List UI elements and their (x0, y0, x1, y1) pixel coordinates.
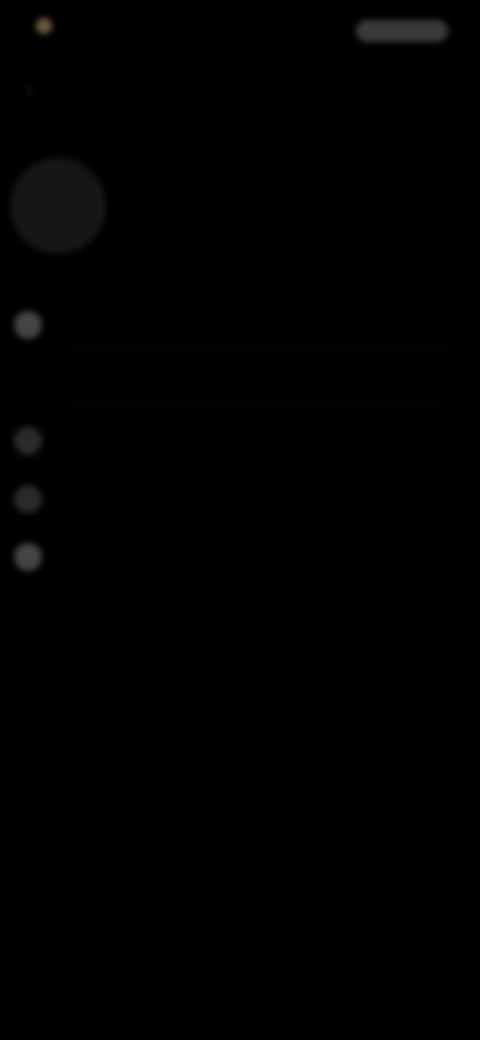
divider (66, 463, 450, 464)
app-screen: ‹ (0, 0, 480, 1040)
background-decoration (80, 600, 400, 860)
circle-icon (14, 427, 42, 455)
menu-item[interactable] (14, 528, 450, 586)
blank-icon (14, 369, 42, 397)
menu-item[interactable] (14, 412, 450, 470)
back-button[interactable]: ‹ (16, 76, 44, 104)
divider (66, 347, 450, 348)
status-indicator-icon (36, 18, 52, 34)
circle-icon (14, 485, 42, 513)
divider (66, 405, 450, 406)
circle-icon (14, 543, 42, 571)
avatar[interactable] (10, 158, 106, 254)
menu-item[interactable] (14, 470, 450, 528)
arrow-left-icon: ‹ (26, 77, 34, 102)
circle-icon (14, 311, 42, 339)
status-pill (356, 20, 448, 42)
status-bar (26, 14, 454, 46)
menu-list (14, 296, 450, 586)
menu-item[interactable] (14, 296, 450, 354)
menu-item[interactable] (14, 354, 450, 412)
status-left (36, 18, 60, 34)
divider (66, 521, 450, 522)
